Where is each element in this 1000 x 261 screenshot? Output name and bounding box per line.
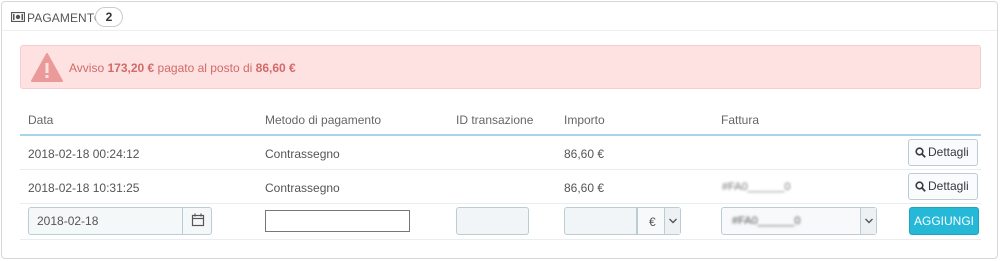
row-method: Contrassegno xyxy=(265,181,340,195)
row-date: 2018-02-18 10:31:25 xyxy=(28,181,140,195)
transaction-id-input[interactable] xyxy=(456,207,529,235)
header-transaction-id: ID transazione xyxy=(456,113,534,127)
row-method: Contrassegno xyxy=(265,147,340,161)
header-invoice: Fattura xyxy=(721,113,760,127)
payment-method-input[interactable] xyxy=(265,210,410,232)
header-method: Metodo di pagamento xyxy=(265,113,382,127)
invoice-value: #FA0______0 xyxy=(732,215,801,227)
alert-message: Avviso 173,20 € pagato al posto di 86,60… xyxy=(69,61,296,75)
alert-expected-amount: 86,60 € xyxy=(255,61,296,75)
row-amount: 86,60 € xyxy=(564,181,605,195)
chevron-down-icon xyxy=(664,208,680,234)
add-payment-row: 2018-02-18 € #FA0______0 AGGIUNGI xyxy=(20,203,981,240)
alert-middle: pagato al posto di xyxy=(157,61,253,75)
panel-title: PAGAMENTO xyxy=(27,11,104,25)
row-invoice: #FA0______0 xyxy=(722,181,791,193)
details-button[interactable]: Dettagli xyxy=(908,139,978,166)
details-label: Dettagli xyxy=(928,145,969,159)
table-row: 2018-02-18 10:31:25 Contrassegno 86,60 €… xyxy=(20,170,981,204)
details-label: Dettagli xyxy=(928,179,969,193)
currency-value: € xyxy=(649,215,656,229)
search-icon xyxy=(915,181,926,192)
header-amount: Importo xyxy=(564,113,605,127)
warning-alert: Avviso 173,20 € pagato al posto di 86,60… xyxy=(20,45,981,89)
alert-paid-amount: 173,20 € xyxy=(107,61,155,75)
date-input[interactable]: 2018-02-18 xyxy=(28,207,183,235)
payment-count-badge: 2 xyxy=(95,7,123,27)
row-amount: 86,60 € xyxy=(564,147,605,161)
chevron-down-icon xyxy=(860,208,876,234)
panel-heading: PAGAMENTO 2 xyxy=(2,2,997,31)
payment-panel: PAGAMENTO 2 Avviso 173,20 € pagato al po… xyxy=(1,1,998,259)
amount-input[interactable] xyxy=(564,207,637,235)
calendar-button[interactable] xyxy=(182,207,212,235)
money-icon xyxy=(11,12,25,22)
currency-select[interactable]: € xyxy=(637,207,681,235)
warning-icon xyxy=(31,53,63,82)
invoice-select[interactable]: #FA0______0 xyxy=(721,207,877,235)
table-header: Data Metodo di pagamento ID transazione … xyxy=(20,102,981,136)
alert-prefix: Avviso xyxy=(69,61,105,75)
row-date: 2018-02-18 00:24:12 xyxy=(28,147,140,161)
details-button[interactable]: Dettagli xyxy=(908,173,978,200)
calendar-icon xyxy=(191,213,205,227)
add-payment-button[interactable]: AGGIUNGI xyxy=(909,207,979,235)
table-row: 2018-02-18 00:24:12 Contrassegno 86,60 €… xyxy=(20,136,981,170)
header-date: Data xyxy=(28,113,54,127)
search-icon xyxy=(915,147,926,158)
